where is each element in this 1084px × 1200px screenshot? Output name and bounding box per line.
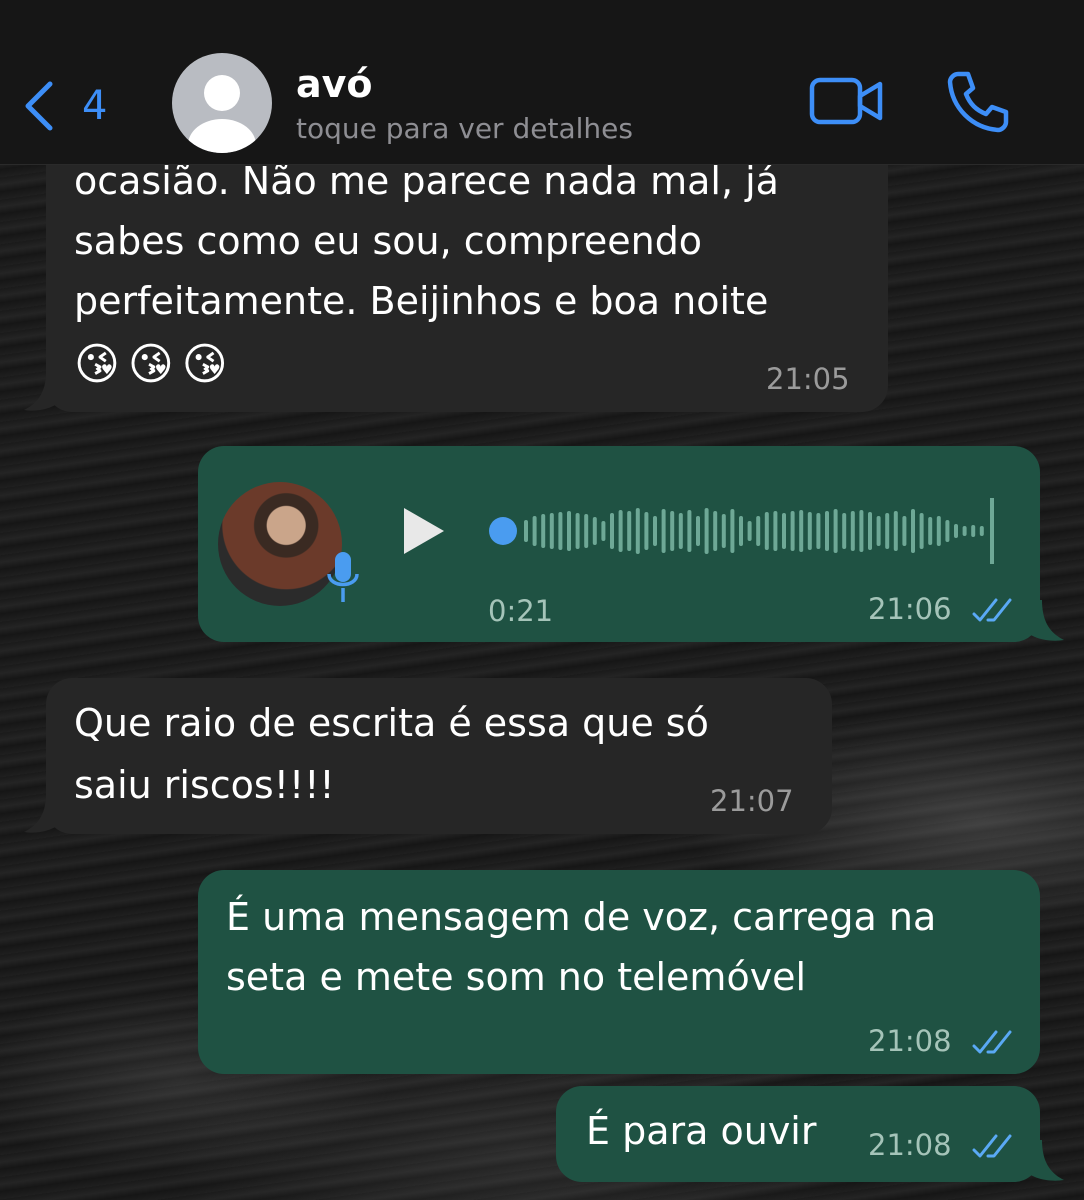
waveform-bar (713, 511, 718, 551)
waveform-bar (911, 509, 915, 553)
waveform-bar (971, 525, 976, 537)
message-text-line: É para ouvir (586, 1109, 817, 1153)
waveform-bar (739, 516, 743, 546)
waveform-bar (575, 513, 580, 549)
waveform-bar (928, 517, 933, 545)
bubble-tail (1024, 1140, 1064, 1181)
waveform-bar (592, 517, 597, 545)
message-text-line: seta e mete som no telemóvel (226, 955, 807, 999)
video-camera-icon (809, 77, 883, 125)
waveform-bar (687, 510, 692, 552)
message-text-line: Que raio de escrita é essa que só (74, 701, 709, 745)
waveform-bar (962, 526, 967, 536)
bubble-tail (1024, 600, 1064, 641)
read-ticks-icon (972, 1134, 1012, 1158)
waveform-bar (610, 513, 614, 549)
waveform-bar (773, 511, 778, 551)
message-time: 21:08 (868, 1128, 952, 1162)
bubble-tail (24, 372, 62, 411)
waveform-bar (979, 526, 984, 536)
bubble-tail (24, 794, 62, 833)
waveform-bar (799, 510, 804, 552)
waveform-bar (524, 520, 528, 542)
voice-waveform[interactable] (484, 494, 1004, 568)
waveform-bar (618, 510, 623, 552)
message-time: 21:08 (868, 1024, 952, 1058)
message-time: 21:05 (766, 362, 850, 396)
waveform-bar (661, 509, 666, 553)
play-icon[interactable] (398, 504, 448, 558)
message-text-line: sabes como eu sou, compreendo (74, 219, 703, 263)
microphone-icon (327, 552, 359, 602)
waveform-bar (902, 516, 907, 546)
phone-icon (947, 71, 1009, 133)
waveform-bar (730, 509, 735, 553)
chevron-left-icon (25, 81, 53, 131)
voice-call-button[interactable] (944, 68, 1010, 134)
message-text-line: saiu riscos!!!! (74, 763, 335, 807)
waveform-bar (558, 512, 563, 550)
waveform-bar (954, 524, 958, 538)
message-emoji: 😘😘😘 (74, 339, 236, 390)
waveform-bar (807, 512, 812, 550)
waveform-bar (859, 510, 864, 552)
contact-avatar[interactable] (172, 53, 272, 153)
waveform-bar (868, 512, 872, 550)
waveform-bar (670, 511, 675, 551)
waveform-bar (876, 516, 881, 546)
waveform-bar (541, 514, 546, 548)
chat-header: 4 avó toque para ver detalhes (0, 0, 1084, 165)
waveform-bar (756, 516, 761, 546)
read-ticks-icon (972, 598, 1012, 622)
voice-duration: 0:21 (488, 594, 554, 628)
waveform-bar (842, 513, 847, 549)
waveform-bar (635, 508, 640, 554)
waveform-bar (945, 520, 950, 542)
waveform-bar (584, 514, 589, 548)
waveform-bar (936, 516, 941, 546)
unread-count: 4 (82, 83, 108, 129)
contact-subtitle[interactable]: toque para ver detalhes (296, 112, 633, 145)
contact-name[interactable]: avó (296, 62, 373, 106)
waveform-bar (747, 521, 752, 541)
read-ticks-icon (972, 1030, 1012, 1054)
waveform-bar (850, 511, 855, 551)
video-call-button[interactable] (808, 72, 884, 130)
waveform-bar (644, 512, 649, 550)
message-text-line: perfeitamente. Beijinhos e boa noite (74, 279, 769, 323)
message-time: 21:06 (868, 592, 952, 626)
waveform-bar (704, 508, 709, 554)
waveform-bar (825, 511, 829, 551)
waveform-bar (893, 511, 898, 551)
waveform-bar (678, 513, 683, 549)
waveform-bar (627, 511, 632, 551)
waveform-bar (567, 511, 571, 551)
waveform-bar (764, 512, 769, 550)
waveform-bar (816, 513, 821, 549)
waveform-bar (885, 513, 890, 549)
waveform-bar (653, 516, 657, 546)
waveform-bar (833, 509, 838, 553)
waveform-bar (532, 516, 537, 546)
message-time: 21:07 (710, 784, 794, 818)
waveform-bar (721, 514, 726, 548)
waveform-bar (790, 511, 795, 551)
back-button[interactable]: 4 (22, 74, 122, 138)
waveform-bar (782, 513, 786, 549)
message-text-line: É uma mensagem de voz, carrega na (226, 895, 937, 939)
waveform-bar (549, 513, 554, 549)
waveform-bar (919, 513, 924, 549)
person-placeholder-icon (188, 75, 256, 153)
waveform-bar (601, 521, 606, 541)
waveform-bar (696, 516, 700, 546)
